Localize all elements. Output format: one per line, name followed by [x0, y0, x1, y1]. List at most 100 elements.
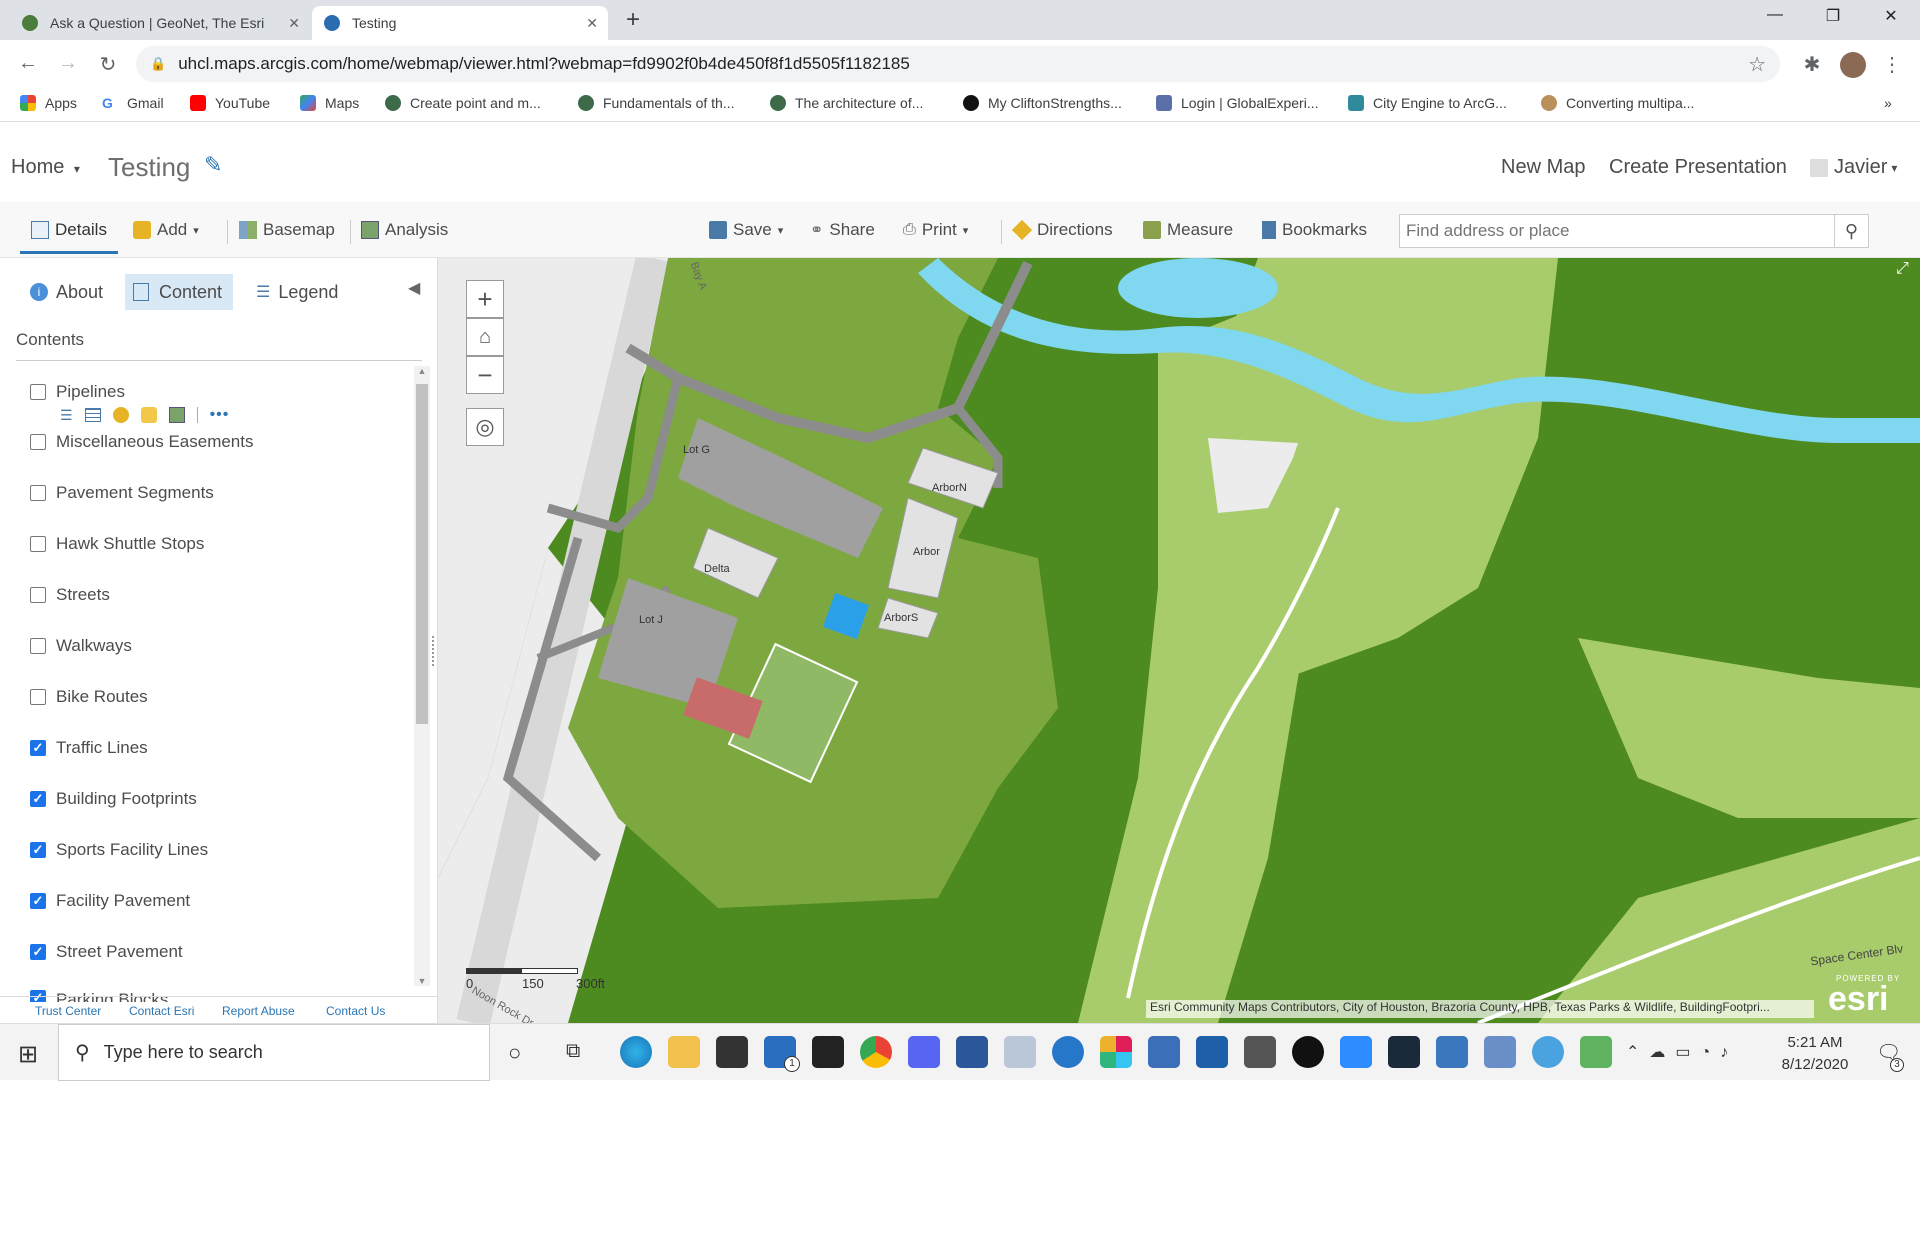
layer-pipelines[interactable]: Pipelines [30, 382, 125, 402]
bookmark-youtube[interactable]: YouTube [190, 95, 270, 111]
scrollbar[interactable]: ▲ ▼ [414, 366, 430, 986]
star-icon[interactable]: ☆ [1748, 52, 1766, 77]
esri-logo[interactable]: esri [1828, 980, 1889, 1019]
clock-time[interactable]: 5:21 AM [1770, 1034, 1860, 1051]
details-button[interactable]: Details [31, 220, 107, 240]
python-icon[interactable] [1436, 1036, 1468, 1068]
map-view[interactable]: Lot G Delta ArborN Arbor ArborS Lot J Sp… [438, 258, 1920, 1023]
trust-center-link[interactable]: Trust Center [35, 1004, 101, 1018]
bookmark-globalexperience[interactable]: Login | GlobalExperi... [1156, 95, 1319, 111]
close-icon[interactable]: ✕ [288, 15, 300, 32]
resize-handle[interactable] [432, 636, 436, 666]
cortana-icon[interactable]: ○ [508, 1040, 521, 1066]
edge-icon[interactable] [620, 1036, 652, 1068]
basemap-button[interactable]: Basemap [239, 220, 335, 240]
zoom-icon[interactable] [1340, 1036, 1372, 1068]
create-presentation-link[interactable]: Create Presentation [1609, 156, 1787, 179]
back-icon[interactable]: ← [16, 52, 40, 75]
bookmark-apps[interactable]: Apps [20, 95, 77, 111]
bookmarks-overflow[interactable]: » [1884, 95, 1892, 111]
directions-button[interactable]: Directions [1011, 219, 1113, 241]
python-idle-icon[interactable] [1484, 1036, 1516, 1068]
discord-icon[interactable] [908, 1036, 940, 1068]
file-explorer-icon[interactable] [668, 1036, 700, 1068]
snipping-icon[interactable] [1004, 1036, 1036, 1068]
slack-icon[interactable] [1100, 1036, 1132, 1068]
windows-start-icon[interactable]: ⊞ [18, 1040, 38, 1069]
tab-legend[interactable]: ☰ Legend [248, 274, 346, 310]
layer-misc-easements[interactable]: Miscellaneous Easements [30, 432, 253, 452]
layer-building-footprints[interactable]: ✓ Building Footprints [30, 789, 197, 809]
bookmark-fundamentals[interactable]: Fundamentals of th... [578, 95, 735, 111]
change-style-icon[interactable] [112, 407, 129, 423]
chrome-icon[interactable] [860, 1036, 892, 1068]
layer-checkbox[interactable] [30, 485, 46, 501]
layer-hawk-shuttle-stops[interactable]: Hawk Shuttle Stops [30, 534, 204, 554]
profile-avatar[interactable] [1840, 52, 1866, 78]
scroll-up-icon[interactable]: ▲ [414, 366, 430, 376]
app-icon[interactable] [812, 1036, 844, 1068]
zoom-in-button[interactable]: + [466, 280, 504, 318]
bookmark-city-engine[interactable]: City Engine to ArcG... [1348, 95, 1507, 111]
arcmap-icon[interactable] [1148, 1036, 1180, 1068]
layer-sports-facility-lines[interactable]: ✓ Sports Facility Lines [30, 840, 208, 860]
layer-checkbox[interactable]: ✓ [30, 944, 46, 960]
analysis-icon[interactable] [168, 407, 185, 423]
bookmark-create-point[interactable]: Create point and m... [385, 95, 541, 111]
bookmarks-button[interactable]: Bookmarks [1262, 220, 1367, 240]
search-icon[interactable]: ⚲ [1834, 215, 1868, 247]
layer-checkbox[interactable] [30, 587, 46, 603]
bookmark-maps[interactable]: Maps [300, 95, 359, 111]
layer-checkbox[interactable] [30, 434, 46, 450]
share-button[interactable]: ⚭ Share [810, 220, 875, 240]
attribution[interactable]: Esri Community Maps Contributors, City o… [1146, 1000, 1814, 1018]
user-menu[interactable]: Javier ▾ [1810, 156, 1897, 179]
layer-checkbox[interactable] [30, 638, 46, 654]
bookmark-converting[interactable]: Converting multipa... [1541, 95, 1694, 111]
expand-map-icon[interactable]: ⤢ [1896, 260, 1909, 278]
new-tab-button[interactable]: + [626, 6, 640, 34]
arcgis-pro-icon[interactable] [1196, 1036, 1228, 1068]
measure-button[interactable]: Measure [1143, 220, 1233, 240]
more-options-icon[interactable]: ••• [210, 406, 230, 424]
tab-testing[interactable]: Testing ✕ [312, 6, 608, 40]
layer-pavement-segments[interactable]: Pavement Segments [30, 483, 214, 503]
address-bar[interactable]: 🔒 uhcl.maps.arcgis.com/home/webmap/viewe… [136, 46, 1780, 82]
forward-icon[interactable]: → [56, 52, 80, 75]
layer-checkbox[interactable] [30, 689, 46, 705]
router-icon[interactable] [1244, 1036, 1276, 1068]
new-map-link[interactable]: New Map [1501, 156, 1585, 179]
layer-street-pavement[interactable]: ✓ Street Pavement [30, 942, 183, 962]
edit-title-icon[interactable]: ✎ [204, 152, 222, 178]
xbox-icon[interactable] [1292, 1036, 1324, 1068]
layer-traffic-lines[interactable]: ✓ Traffic Lines [30, 738, 148, 758]
word-icon[interactable] [956, 1036, 988, 1068]
search-input[interactable] [1400, 216, 1820, 246]
layer-bike-routes[interactable]: Bike Routes [30, 687, 148, 707]
layer-checkbox[interactable]: ✓ [30, 893, 46, 909]
globe-app-icon[interactable] [1532, 1036, 1564, 1068]
layer-checkbox[interactable] [30, 536, 46, 552]
zoom-out-button[interactable]: − [466, 356, 504, 394]
window-close-icon[interactable]: ✕ [1868, 6, 1914, 26]
terminal-icon[interactable] [1388, 1036, 1420, 1068]
menu-icon[interactable]: ⋮ [1880, 52, 1904, 77]
filter-icon[interactable] [140, 407, 157, 423]
home-extent-button[interactable]: ⌂ [466, 318, 504, 356]
bookmark-gmail[interactable]: G Gmail [102, 95, 164, 111]
close-icon[interactable]: ✕ [586, 15, 598, 32]
contact-esri-link[interactable]: Contact Esri [129, 1004, 194, 1018]
print-button[interactable]: ⎙ Print ▾ [903, 220, 968, 240]
minimize-icon[interactable]: — [1752, 6, 1798, 24]
analysis-button[interactable]: Analysis [361, 220, 448, 240]
layer-facility-pavement[interactable]: ✓ Facility Pavement [30, 891, 190, 911]
table-icon[interactable] [84, 408, 101, 422]
report-abuse-link[interactable]: Report Abuse [222, 1004, 295, 1018]
layer-checkbox[interactable] [30, 384, 46, 400]
clock-date[interactable]: 8/12/2020 [1770, 1056, 1860, 1073]
bookmark-architecture[interactable]: The architecture of... [770, 95, 923, 111]
tab-about[interactable]: i About [22, 274, 111, 310]
layer-streets[interactable]: Streets [30, 585, 110, 605]
tab-geonet[interactable]: Ask a Question | GeoNet, The Esri ✕ [10, 6, 310, 40]
layer-checkbox[interactable]: ✓ [30, 842, 46, 858]
